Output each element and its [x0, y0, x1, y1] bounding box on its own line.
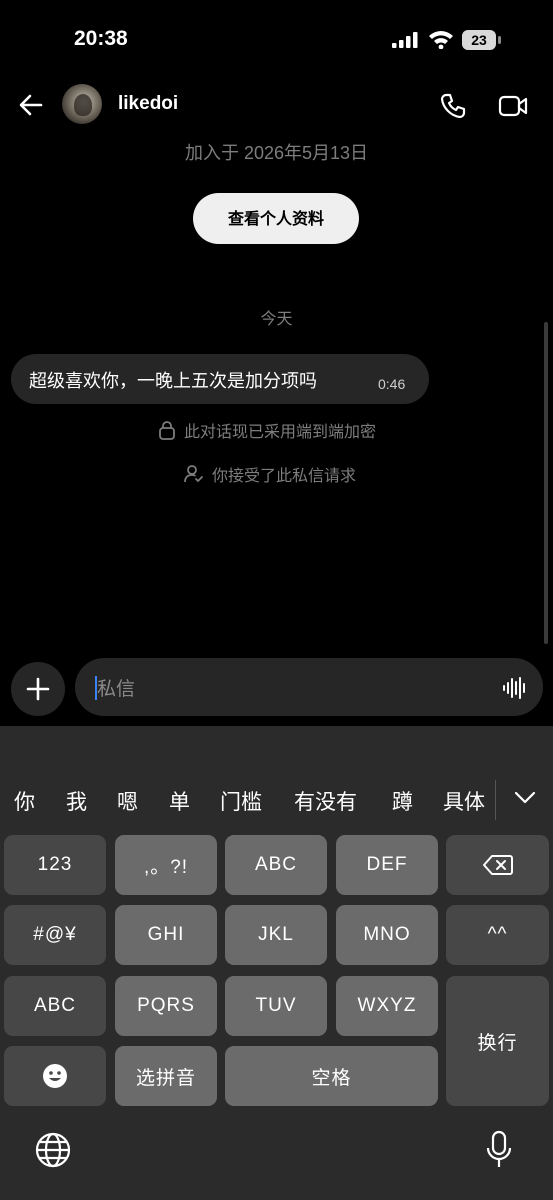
- message-input[interactable]: [75, 658, 543, 716]
- key-ghi[interactable]: GHI: [115, 905, 217, 965]
- video-call-icon[interactable]: [498, 93, 528, 119]
- key-select-pinyin[interactable]: 选拼音: [115, 1046, 217, 1106]
- candidate-word[interactable]: 单: [169, 786, 190, 816]
- key-pqrs[interactable]: PQRS: [115, 976, 217, 1036]
- message-time: 0:46: [378, 376, 406, 392]
- emoji-key[interactable]: [4, 1046, 106, 1106]
- encryption-notice: 此对话现已采用端到端加密: [158, 418, 376, 442]
- space-key[interactable]: 空格: [225, 1046, 438, 1106]
- return-key[interactable]: 换行: [446, 976, 549, 1106]
- key-123[interactable]: 123: [4, 835, 106, 895]
- phone-call-icon[interactable]: [439, 92, 467, 120]
- view-profile-button[interactable]: 查看个人资料: [193, 193, 359, 244]
- space-key-label: 空格: [311, 1066, 352, 1089]
- microphone-icon[interactable]: [484, 1130, 514, 1170]
- key-symbols[interactable]: #@¥: [4, 905, 106, 965]
- message-text: 超级喜欢你，一晚上五次是加分项吗: [29, 371, 317, 392]
- backspace-icon: [482, 855, 513, 875]
- candidate-divider: [495, 780, 496, 820]
- wifi-icon: [429, 31, 453, 49]
- candidate-word[interactable]: 我: [66, 786, 87, 816]
- select-pinyin-label: 选拼音: [135, 1066, 196, 1089]
- candidate-word[interactable]: 有没有: [294, 786, 357, 816]
- return-key-label: 换行: [477, 1031, 518, 1054]
- add-attachment-button[interactable]: [11, 662, 65, 716]
- lock-icon: [159, 421, 175, 440]
- battery-icon: 23: [462, 30, 502, 50]
- message-input-placeholder: 私信: [97, 678, 136, 700]
- status-time: 20:38: [74, 27, 128, 50]
- candidate-word[interactable]: 嗯: [117, 786, 138, 816]
- candidate-word[interactable]: 具体: [443, 786, 485, 816]
- encryption-notice-text: 此对话现已采用端到端加密: [184, 422, 377, 441]
- joined-date: 加入于 2026年5月13日: [184, 143, 369, 163]
- globe-icon[interactable]: [34, 1131, 72, 1169]
- key-mno[interactable]: MNO: [336, 905, 438, 965]
- emoji-icon: [43, 1064, 67, 1088]
- request-accepted-text: 你接受了此私信请求: [212, 466, 357, 485]
- battery-level: 23: [462, 30, 496, 50]
- key-kaomoji[interactable]: ^^: [446, 905, 549, 965]
- request-accepted-notice: 你接受了此私信请求: [184, 462, 356, 486]
- username[interactable]: likedoi: [118, 93, 178, 115]
- candidate-word[interactable]: 门槛: [220, 786, 262, 816]
- delete-key[interactable]: [446, 835, 549, 895]
- cellular-signal-icon: [392, 32, 418, 48]
- key-jkl[interactable]: JKL: [225, 905, 327, 965]
- plus-icon: [26, 677, 50, 701]
- key-tuv[interactable]: TUV: [225, 976, 327, 1036]
- person-check-icon: [184, 465, 203, 483]
- date-separator: 今天: [260, 309, 293, 328]
- key-abc[interactable]: ABC: [225, 835, 327, 895]
- chevron-down-icon[interactable]: [513, 790, 537, 806]
- candidate-word[interactable]: 蹲: [392, 786, 413, 816]
- key-wxyz[interactable]: WXYZ: [336, 976, 438, 1036]
- key-abc-mode[interactable]: ABC: [4, 976, 106, 1036]
- key-punctuation[interactable]: ,。?!: [115, 835, 217, 895]
- avatar[interactable]: [62, 84, 102, 124]
- candidate-word[interactable]: 你: [14, 786, 35, 816]
- back-arrow-icon[interactable]: [16, 90, 46, 120]
- voice-waveform-icon[interactable]: [502, 676, 528, 700]
- chat-scrollbar[interactable]: [544, 322, 548, 644]
- key-def[interactable]: DEF: [336, 835, 438, 895]
- text-caret: [95, 676, 97, 700]
